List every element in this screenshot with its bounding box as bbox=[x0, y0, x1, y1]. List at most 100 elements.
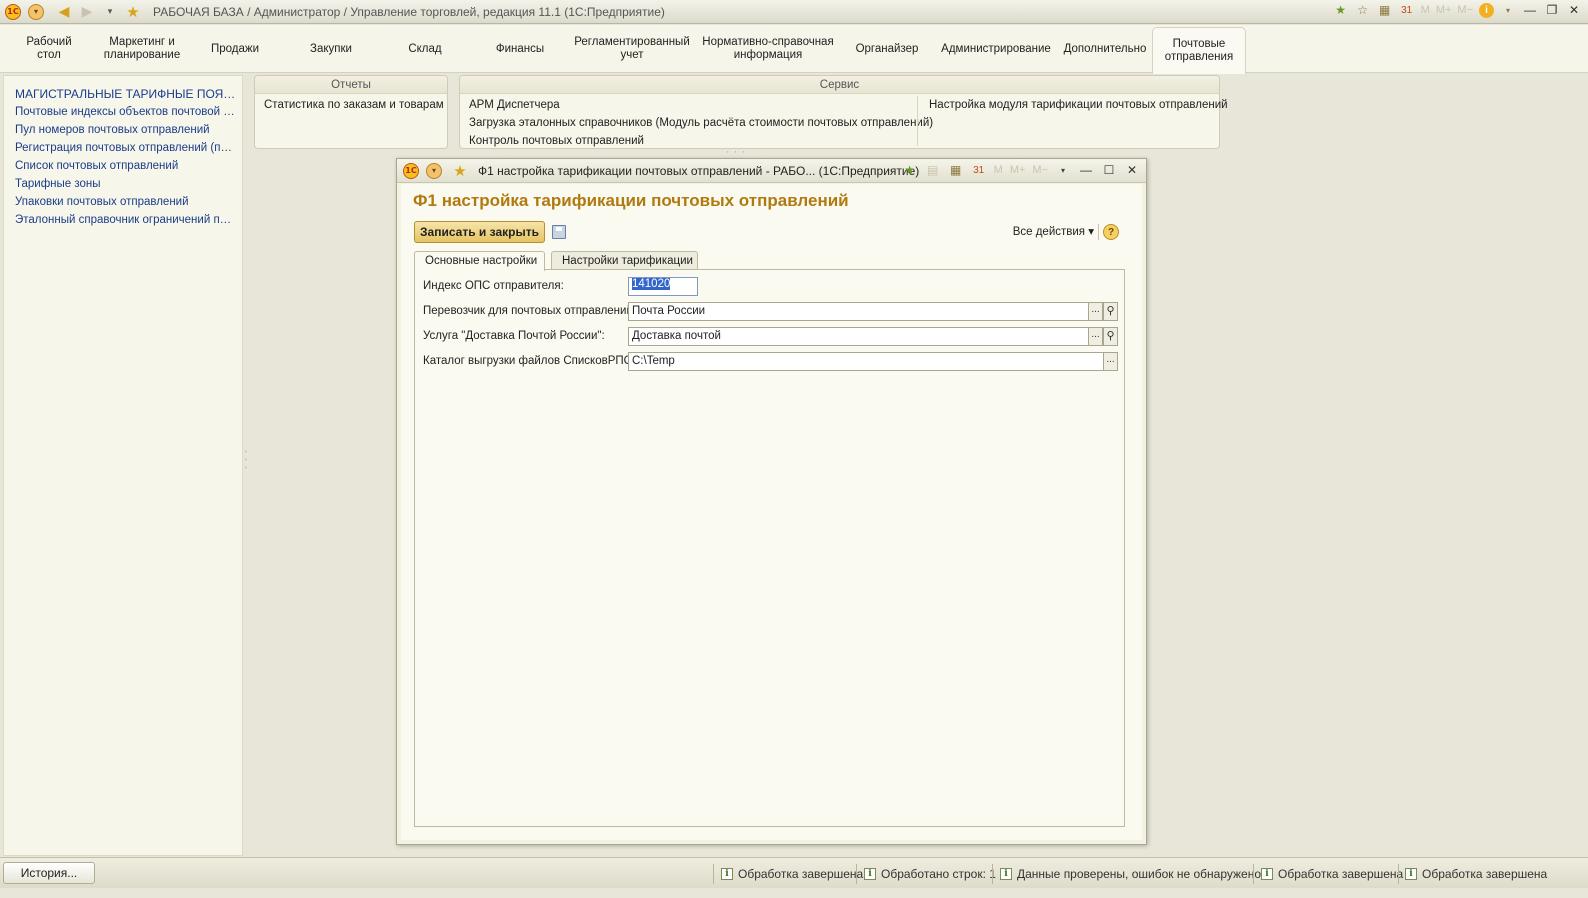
section-organizer[interactable]: Органайзер bbox=[846, 25, 928, 73]
catalog-select-button[interactable]: ... bbox=[1103, 352, 1118, 371]
section-desktop[interactable]: Рабочий стол bbox=[10, 25, 88, 73]
dialog-tools: ★ ▤ ▦ 31 M M+ M− ▾ — ☐ ✕ bbox=[902, 162, 1140, 178]
history-button[interactable]: История... bbox=[3, 862, 95, 884]
service-field[interactable]: Доставка почтой bbox=[628, 327, 1089, 346]
service-tariff-module-settings[interactable]: Настройка модуля тарификации почтовых от… bbox=[920, 96, 1228, 114]
dialog-calendar-icon[interactable]: 31 bbox=[971, 162, 987, 178]
nav-item-tariff-zones[interactable]: Тарифные зоны bbox=[4, 175, 242, 193]
section-administration[interactable]: Администрирование bbox=[938, 25, 1054, 73]
section-purchases[interactable]: Закупки bbox=[296, 25, 366, 73]
status-message[interactable]: i Обработка завершена bbox=[1405, 865, 1547, 883]
dialog-print-icon[interactable]: ▤ bbox=[925, 162, 941, 178]
carrier-field[interactable]: Почта России bbox=[628, 302, 1089, 321]
status-message[interactable]: i Обработка завершена bbox=[721, 865, 863, 883]
memory-m-icon[interactable]: M bbox=[1421, 2, 1430, 18]
tab-main-settings[interactable]: Основные настройки bbox=[414, 251, 545, 271]
section-reference-info[interactable]: Нормативно-справочная информация bbox=[700, 25, 836, 73]
sections-panel: Рабочий стол Маркетинг и планирование Пр… bbox=[0, 25, 1588, 74]
service-load-reference[interactable]: Загрузка эталонных справочников (Модуль … bbox=[460, 114, 933, 132]
tab-pane-main: Индекс ОПС отправителя: 141020 Перевозчи… bbox=[414, 269, 1125, 827]
carrier-select-button[interactable]: ... bbox=[1088, 302, 1103, 321]
window-title: РАБОЧАЯ БАЗА / Администратор / Управлени… bbox=[153, 4, 665, 19]
service-divider bbox=[917, 96, 918, 146]
tariff-settings-dialog: 1С ▾ ★ Ф1 настройка тарификации почтовых… bbox=[396, 158, 1147, 845]
info-dropdown-icon[interactable]: ▾ bbox=[1500, 2, 1516, 18]
close-icon[interactable]: ✕ bbox=[1566, 3, 1582, 17]
dialog-1c-logo-icon[interactable]: 1С bbox=[401, 161, 421, 181]
section-finance[interactable]: Финансы bbox=[480, 25, 560, 73]
back-arrow-icon[interactable]: ◀ bbox=[54, 2, 74, 22]
service-panel: Сервис АРМ Диспетчера Загрузка эталонных… bbox=[459, 75, 1228, 150]
status-message[interactable]: i Обработка завершена bbox=[1261, 865, 1403, 883]
info-icon: i bbox=[1405, 868, 1417, 880]
section-regulated-accounting[interactable]: Регламентированный учет bbox=[568, 25, 696, 73]
calculator-icon[interactable]: ▦ bbox=[1377, 2, 1393, 18]
nav-item-postal-indexes[interactable]: Почтовые индексы объектов почтовой с... bbox=[4, 103, 242, 121]
app-titlebar: 1С ▾ ◀ ▶ ▾ ★ РАБОЧАЯ БАЗА / Администрато… bbox=[0, 0, 1588, 24]
memory-mminus-icon[interactable]: M− bbox=[1457, 2, 1473, 18]
sender-index-field[interactable]: 141020 bbox=[628, 277, 698, 296]
dialog-star-icon[interactable]: ★ bbox=[450, 161, 470, 181]
save-and-close-button[interactable]: Записать и закрыть bbox=[414, 221, 545, 243]
dialog-calculator-icon[interactable]: ▦ bbox=[948, 162, 964, 178]
nav-item-restrictions-reference[interactable]: Эталонный справочник ограничений по п... bbox=[4, 211, 242, 229]
dialog-maximize-icon[interactable]: ☐ bbox=[1101, 163, 1117, 177]
service-select-button[interactable]: ... bbox=[1088, 327, 1103, 346]
info-icon: i bbox=[721, 868, 733, 880]
row-service: Услуга "Доставка Почтой России": Доставк… bbox=[423, 327, 1119, 347]
dialog-minimize-icon[interactable]: — bbox=[1078, 163, 1094, 177]
nav-item-number-pool[interactable]: Пул номеров почтовых отправлений bbox=[4, 121, 242, 139]
section-sales[interactable]: Продажи bbox=[200, 25, 270, 73]
titlebar-tools: ★ ☆ ▦ 31 M M+ M− i ▾ — ❐ ✕ bbox=[1333, 2, 1582, 18]
report-orders-goods-stats[interactable]: Статистика по заказам и товарам bbox=[255, 96, 447, 114]
calendar-icon[interactable]: 31 bbox=[1399, 2, 1415, 18]
catalog-field[interactable]: C:\Temp bbox=[628, 352, 1104, 371]
main-menu-button[interactable]: ▾ bbox=[26, 2, 46, 22]
section-marketing[interactable]: Маркетинг и планирование bbox=[96, 25, 188, 73]
nav-item-trunk-tariff-zones[interactable]: МАГИСТРАЛЬНЫЕ ТАРИФНЫЕ ПОЯСА... bbox=[4, 85, 242, 103]
favorites-add-icon[interactable]: ★ bbox=[1333, 2, 1349, 18]
dialog-close-icon[interactable]: ✕ bbox=[1124, 163, 1140, 177]
status-message[interactable]: i Данные проверены, ошибок не обнаружено.… bbox=[1000, 865, 1271, 883]
memory-mplus-icon[interactable]: M+ bbox=[1436, 2, 1452, 18]
dialog-memory-mplus-icon[interactable]: M+ bbox=[1010, 162, 1026, 178]
star-icon[interactable]: ★ bbox=[123, 2, 143, 22]
info-icon: i bbox=[864, 868, 876, 880]
service-dispatcher-workstation[interactable]: АРМ Диспетчера bbox=[460, 96, 916, 114]
tab-tariff-settings[interactable]: Настройки тарификации bbox=[551, 251, 698, 270]
dialog-favorites-add-icon[interactable]: ★ bbox=[902, 162, 918, 178]
favorites-icon[interactable]: ☆ bbox=[1355, 2, 1371, 18]
forward-arrow-icon[interactable]: ▶ bbox=[77, 2, 97, 22]
service-label: Услуга "Доставка Почтой России": bbox=[423, 330, 605, 342]
nav-item-postal-list[interactable]: Список почтовых отправлений bbox=[4, 157, 242, 175]
dialog-titlebar: 1С ▾ ★ Ф1 настройка тарификации почтовых… bbox=[397, 159, 1146, 183]
save-icon[interactable] bbox=[552, 225, 566, 239]
reports-panel-title: Отчеты bbox=[255, 76, 447, 94]
toolbar-separator bbox=[1098, 224, 1099, 240]
section-additional[interactable]: Дополнительно bbox=[1058, 25, 1152, 73]
carrier-search-icon[interactable]: ⚲ bbox=[1103, 302, 1118, 321]
nav-item-packaging[interactable]: Упаковки почтовых отправлений bbox=[4, 193, 242, 211]
info-icon: i bbox=[1000, 868, 1012, 880]
info-icon[interactable]: i bbox=[1479, 2, 1494, 18]
dialog-menu-button[interactable]: ▾ bbox=[424, 161, 444, 181]
minimize-icon[interactable]: — bbox=[1522, 3, 1538, 17]
carrier-label: Перевозчик для почтовых отправлений: bbox=[423, 305, 637, 317]
section-postal-items[interactable]: Почтовые отправления bbox=[1152, 27, 1246, 74]
section-warehouse[interactable]: Склад bbox=[390, 25, 460, 73]
vertical-splitter[interactable]: ' ' ' bbox=[245, 450, 247, 475]
status-message[interactable]: i Обработано строк: 1 bbox=[864, 865, 996, 883]
dialog-memory-m-icon[interactable]: M bbox=[994, 162, 1003, 178]
dialog-dropdown-icon[interactable]: ▾ bbox=[1055, 162, 1071, 178]
dialog-memory-mminus-icon[interactable]: M− bbox=[1032, 162, 1048, 178]
status-separator bbox=[856, 864, 857, 884]
service-search-icon[interactable]: ⚲ bbox=[1103, 327, 1118, 346]
restore-icon[interactable]: ❐ bbox=[1544, 3, 1560, 17]
1c-logo-icon[interactable]: 1С bbox=[3, 2, 23, 22]
nav-item-registration[interactable]: Регистрация почтовых отправлений (под... bbox=[4, 139, 242, 157]
status-separator bbox=[1253, 864, 1254, 884]
all-actions-menu[interactable]: Все действия ▾ bbox=[1013, 224, 1094, 238]
history-dropdown-icon[interactable]: ▾ bbox=[100, 2, 120, 22]
service-postal-control[interactable]: Контроль почтовых отправлений bbox=[460, 132, 916, 150]
help-icon[interactable]: ? bbox=[1103, 224, 1119, 240]
